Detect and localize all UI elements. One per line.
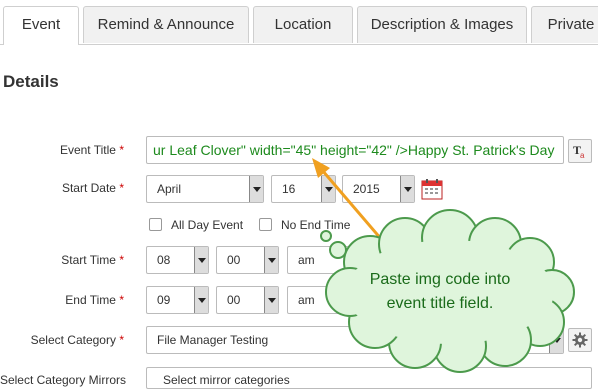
callout-line-2: event title field.	[386, 295, 494, 312]
callout-line-1: Paste img code into	[369, 271, 511, 288]
callout-text: Paste img code into event title field.	[330, 268, 550, 316]
cloud-callout	[320, 209, 575, 373]
